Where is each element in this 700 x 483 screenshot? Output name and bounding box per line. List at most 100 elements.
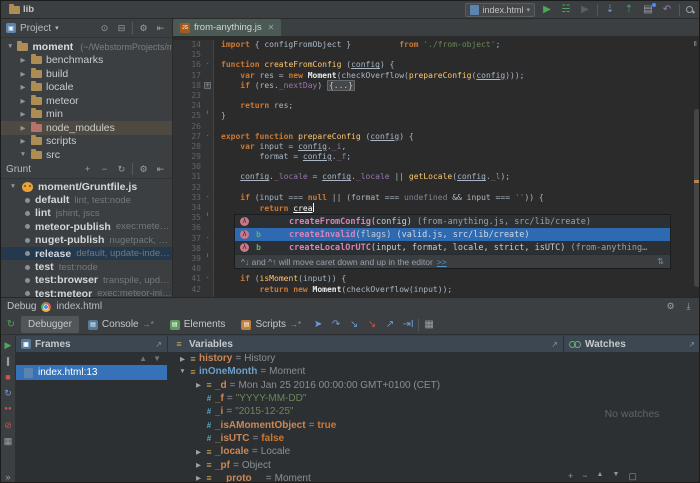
gear-icon[interactable]: ⚙ [664,301,677,312]
code-line[interactable] [221,50,700,60]
completion-item[interactable]: λcreateFromConfig(config) (from-anything… [235,215,670,228]
scrollbar-thumb[interactable] [694,109,700,287]
fold-marker-icon[interactable]: ╵ [204,214,211,221]
remove-icon[interactable]: − [98,164,111,174]
collapse-all-icon[interactable]: ⊟ [115,23,128,34]
editor-tab[interactable]: JS from-anything.js ✕ [173,19,281,36]
chevron-collapsed-icon[interactable]: ▶ [178,355,187,363]
tab-scripts[interactable]: ▤Scripts→* [234,316,308,333]
add-icon[interactable]: + [81,164,94,174]
code-line[interactable]: } [221,111,700,121]
fold-marker-icon[interactable]: - [204,61,211,68]
remove-watch-icon[interactable]: − [582,471,587,482]
gear-icon[interactable]: ⚙ [137,164,150,175]
hide-panel-icon[interactable]: ⇤ [154,164,167,175]
fold-expand-icon[interactable]: + [204,82,211,89]
vcs-changes-button[interactable]: ▤ [641,4,655,16]
code-line[interactable]: function createFromConfig (config) { [221,60,700,70]
gutter-line[interactable]: 32 [173,183,213,193]
gutter-line[interactable]: 18+ [173,81,213,91]
fold-marker-icon[interactable]: ╵ [204,112,211,119]
undo-button[interactable]: ↶ [660,4,674,16]
gutter-line[interactable]: 16- [173,60,213,70]
show-execution-point-icon[interactable]: ➤ [310,317,326,333]
grunt-task-row[interactable]: test:browsertranspile, update-ind [1,274,172,287]
grunt-task-row[interactable]: lintjshint, jscs [1,207,172,220]
chevron-collapsed-icon[interactable]: ▶ [194,474,203,482]
gutter-line[interactable]: 40 [173,264,213,274]
step-over-icon[interactable]: ↷ [328,317,344,333]
move-down-icon[interactable]: ▼ [612,471,619,482]
tab-elements[interactable]: ▤Elements [163,316,233,333]
code-line[interactable]: format = config._f; [221,152,700,162]
grunt-task-row[interactable]: testtest:node [1,260,172,273]
code-line[interactable]: var input = config._i, [221,142,700,152]
gutter-line[interactable]: 39╵ [173,254,213,264]
gutter-line[interactable]: 14 [173,40,213,50]
variable-row[interactable]: ▶≡_d=Mon Jan 25 2016 00:00:00 GMT+0100 (… [168,379,563,392]
frame-down-icon[interactable]: ▼ [153,354,161,363]
gutter-line[interactable]: 35╵ [173,213,213,223]
frame-up-icon[interactable]: ▲ [139,354,147,363]
vcs-update-button[interactable]: ⇣ [603,4,617,16]
gutter-line[interactable]: 38 [173,244,213,254]
chevron-expanded-icon[interactable]: ▼ [9,183,17,190]
chevron-collapsed-icon[interactable]: ▶ [194,381,203,389]
gutter-line[interactable]: 15 [173,50,213,60]
hide-panel-icon[interactable]: ⇤ [154,23,167,34]
grunt-task-row[interactable]: releasedefault, update-index, con [1,247,172,260]
gutter-line[interactable]: 30 [173,162,213,172]
float-icon[interactable]: ↗ [155,340,162,349]
chevron-down-icon[interactable]: ▾ [55,24,59,32]
variable-row[interactable]: ▶≡history=History [168,352,563,365]
gutter-line[interactable]: 31 [173,172,213,182]
gutter-line[interactable]: 17 [173,71,213,81]
fold-marker-icon[interactable]: - [204,275,211,282]
code-line[interactable] [221,162,700,172]
fold-marker-icon[interactable]: ╵ [204,255,211,262]
vcs-commit-button[interactable]: ⇡ [622,4,636,16]
float-icon[interactable]: ↗ [688,340,695,349]
copy-icon[interactable]: ▢ [628,471,637,482]
variable-row[interactable]: ▼≡inOneMonth=Moment [168,365,563,378]
gutter-line[interactable]: 33- [173,193,213,203]
rerun-icon[interactable]: ↻ [3,317,19,333]
gutter-line[interactable]: 34 [173,203,213,213]
code-line[interactable]: if (isMoment(input)) { [221,274,700,284]
gutter-line[interactable]: 24 [173,101,213,111]
gutter-line[interactable]: 25╵ [173,111,213,121]
fold-marker-icon[interactable]: - [204,133,211,140]
run-to-cursor-icon[interactable]: ⇥I [400,317,416,333]
gutter-line[interactable]: 26 [173,122,213,132]
move-up-icon[interactable]: ▲ [597,471,604,482]
grunt-task-row[interactable]: nuget-publishnugetpack, nugetp [1,234,172,247]
chevron-expanded-icon[interactable]: ▼ [178,368,187,375]
hide-window-icon[interactable]: ⤓ [682,301,695,312]
variable-row[interactable]: ▶≡__proto__=Moment [168,472,563,483]
close-icon[interactable]: ✕ [268,23,275,32]
chevron-collapsed-icon[interactable]: ▶ [19,97,27,105]
code-line[interactable] [221,183,700,193]
variable-row[interactable]: #_isUTC=false [168,432,563,445]
float-icon[interactable]: ↗ [551,340,558,349]
stop-icon[interactable]: ■ [2,372,14,382]
restore-layout-icon[interactable]: ▦ [2,436,14,446]
locate-file-icon[interactable]: ⊙ [98,23,111,34]
tree-row-root[interactable]: ▼moment(~/WebstormProjects/mom [1,40,172,54]
refresh-icon[interactable]: ↻ [115,164,128,175]
code-line[interactable]: if (input === null || (format === undefi… [221,193,700,203]
step-into-icon[interactable]: ↘ [346,317,362,333]
gutter-line[interactable]: 29 [173,152,213,162]
gear-icon[interactable]: ⚙ [137,23,150,34]
restart-icon[interactable]: ↻ [2,388,14,398]
tree-row-build[interactable]: ▶build [1,67,172,81]
editor-gutter[interactable]: 141516-1718+232425╵2627-282930313233-343… [173,40,214,297]
variable-row[interactable]: ▶≡_pf=Object [168,458,563,471]
code-line[interactable]: config._locale = config._locale || getLo… [221,172,700,182]
tree-row-scripts[interactable]: ▶scripts [1,135,172,149]
chevron-expanded-icon[interactable]: ▼ [7,43,13,50]
error-stripe-mark[interactable] [694,180,700,183]
tree-row-src[interactable]: ▼src [1,148,172,160]
tree-row-locale[interactable]: ▶locale [1,81,172,95]
step-out-icon[interactable]: ↗ [382,317,398,333]
